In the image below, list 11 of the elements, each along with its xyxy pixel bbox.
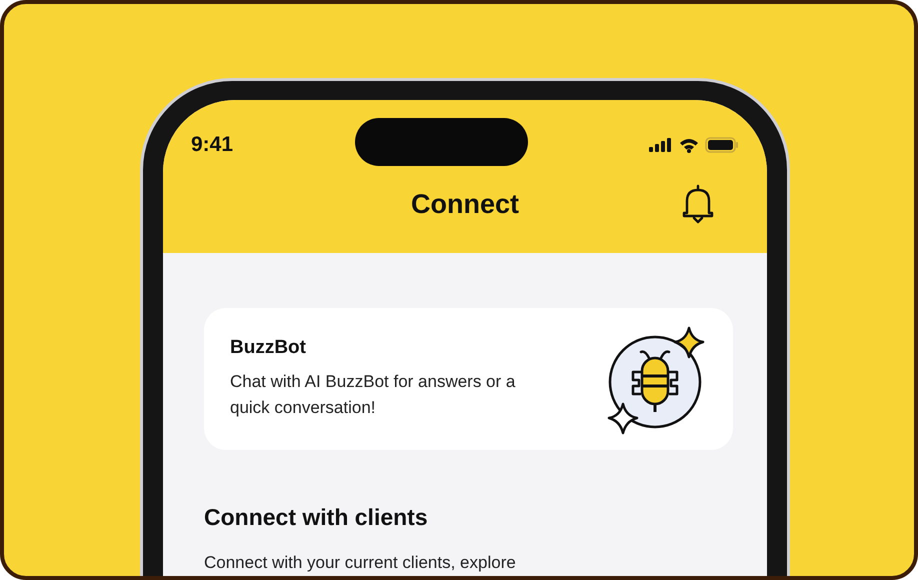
- signal-icon: [649, 138, 673, 152]
- status-time: 9:41: [191, 133, 234, 157]
- bell-icon[interactable]: [681, 184, 715, 224]
- chatbot-card[interactable]: BuzzBot Chat with AI BuzzBot for answers or a quick conversation!: [204, 308, 733, 450]
- battery-icon: [705, 137, 739, 153]
- screen-title: Connect: [411, 188, 519, 220]
- section-heading: Connect with clients: [204, 504, 429, 531]
- card-title: BuzzBot: [230, 337, 307, 359]
- section-description: Connect with your current clients, explore: [204, 553, 517, 573]
- wifi-icon: [679, 138, 699, 152]
- card-description: Chat with AI BuzzBot for answers or a quick conversation!: [230, 371, 516, 419]
